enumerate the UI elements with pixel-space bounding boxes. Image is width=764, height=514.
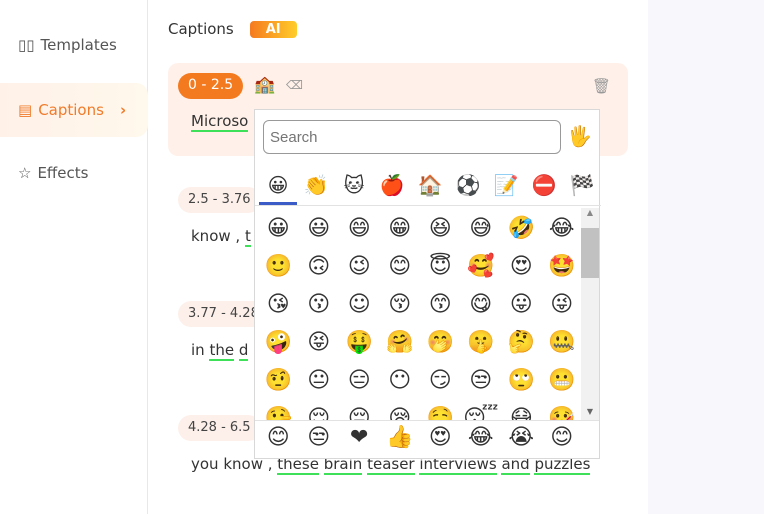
caption-time[interactable]: 2.5 - 3.76: [178, 187, 261, 213]
emoji-item[interactable]: 😏: [420, 364, 461, 402]
sidebar: ▯▯ Templates ▤ Captions › ☆ Effects: [0, 0, 148, 514]
emoji-item[interactable]: 🙂: [258, 250, 299, 288]
clear-icon[interactable]: ⌫: [286, 78, 303, 92]
emoji-search-input[interactable]: [263, 120, 561, 154]
emoji-item[interactable]: 😋: [461, 288, 502, 326]
emoji-item[interactable]: 🤐: [542, 326, 582, 364]
emoji-item[interactable]: 🤗: [380, 326, 421, 364]
emoji-item[interactable]: 😊: [380, 250, 421, 288]
frequent-emojis: 😊 😒 ❤ 👍 😍 😂 😭 😊: [255, 420, 599, 458]
emoji-category-tab[interactable]: 🐱: [335, 168, 373, 205]
emoji-item[interactable]: 😝: [299, 326, 340, 364]
emoji-item[interactable]: 😔: [339, 402, 380, 420]
emoji-item[interactable]: 😆: [420, 212, 461, 250]
emoji-item[interactable]: 😅: [461, 212, 502, 250]
emoji-item[interactable]: 😀: [258, 212, 299, 250]
emoji-item[interactable]: 🙃: [299, 250, 340, 288]
emoji-item[interactable]: 😑: [339, 364, 380, 402]
emoji-item[interactable]: 😍: [501, 250, 542, 288]
emoji-category-tab[interactable]: 📝: [487, 168, 525, 205]
document-icon: ▤: [18, 101, 33, 119]
emoji-category-tab[interactable]: ⛔: [525, 168, 563, 205]
emoji-item[interactable]: 😪: [380, 402, 421, 420]
frequent-emoji-item[interactable]: 👍: [380, 421, 421, 458]
emoji-item[interactable]: 🤨: [258, 364, 299, 402]
emoji-item[interactable]: 😘: [258, 288, 299, 326]
emoji-category-tab[interactable]: ⚽: [449, 168, 487, 205]
captions-header: Captions AI: [168, 20, 297, 38]
caption-emoji[interactable]: 🏫: [254, 75, 275, 95]
emoji-item[interactable]: 🤩: [542, 250, 582, 288]
scrollbar-thumb[interactable]: [581, 228, 599, 278]
emoji-category-tab[interactable]: 🍎: [373, 168, 411, 205]
emoji-item[interactable]: 😙: [420, 288, 461, 326]
trash-icon[interactable]: 🗑: [592, 77, 611, 95]
sidebar-item-effects[interactable]: ☆ Effects: [0, 146, 148, 200]
frequent-emoji-item[interactable]: 😊: [542, 421, 583, 458]
emoji-item[interactable]: 😉: [339, 250, 380, 288]
skin-tone-button[interactable]: 🖐: [567, 124, 592, 148]
emoji-item[interactable]: 😇: [420, 250, 461, 288]
emoji-category-tabs: 😀 👏 🐱 🍎 🏠 ⚽ 📝 ⛔ 🏁: [255, 168, 601, 206]
emoji-item[interactable]: 🤫: [461, 326, 502, 364]
right-panel: [648, 0, 764, 514]
ai-badge[interactable]: AI: [249, 20, 297, 38]
scrollbar[interactable]: ▲ ▼: [581, 208, 599, 420]
caption-time[interactable]: 4.28 - 6.5: [178, 415, 261, 441]
emoji-category-tab[interactable]: 👏: [297, 168, 335, 205]
emoji-grid: 😀 😃 😄 😁 😆 😅 🤣 😂 🙂 🙃 😉 😊 😇 🥰 😍 🤩 😘 😗 ☺ 😚 😙 😋 😛 😜 🤪 😝 🤑 🤗 🤭 🤫 🤔 🤐 🤨 😐 😑 😶 😏 😒 🙄 😬…: [255, 208, 581, 420]
emoji-item[interactable]: 😌: [299, 402, 340, 420]
emoji-item[interactable]: 😷: [501, 402, 542, 420]
page-title: Captions: [168, 20, 234, 38]
emoji-category-tab[interactable]: 😀: [259, 168, 297, 205]
frequent-emoji-item[interactable]: 😍: [420, 421, 461, 458]
emoji-item[interactable]: 😴: [461, 402, 502, 420]
chevron-right-icon: ›: [119, 101, 127, 119]
emoji-item[interactable]: 🙄: [501, 364, 542, 402]
frequent-emoji-item[interactable]: ❤: [339, 421, 380, 458]
sidebar-item-captions[interactable]: ▤ Captions ›: [0, 83, 148, 137]
emoji-item[interactable]: 🤑: [339, 326, 380, 364]
emoji-item[interactable]: 😄: [339, 212, 380, 250]
emoji-item[interactable]: 😶: [380, 364, 421, 402]
frequent-emoji-item[interactable]: 😊: [258, 421, 299, 458]
emoji-category-tab[interactable]: 🏁: [563, 168, 601, 205]
emoji-item[interactable]: 🤒: [542, 402, 582, 420]
emoji-item[interactable]: 🤔: [501, 326, 542, 364]
sidebar-item-templates[interactable]: ▯▯ Templates: [0, 18, 148, 72]
emoji-item[interactable]: 😚: [380, 288, 421, 326]
emoji-item[interactable]: 🤭: [420, 326, 461, 364]
emoji-item[interactable]: 🤤: [420, 402, 461, 420]
emoji-item[interactable]: 🤪: [258, 326, 299, 364]
emoji-item[interactable]: 😜: [542, 288, 582, 326]
emoji-item[interactable]: 🤣: [501, 212, 542, 250]
emoji-item[interactable]: 😒: [461, 364, 502, 402]
emoji-item[interactable]: 🤥: [258, 402, 299, 420]
emoji-item[interactable]: 😂: [542, 212, 582, 250]
frequent-emoji-item[interactable]: 😒: [299, 421, 340, 458]
caption-time[interactable]: 0 - 2.5: [178, 73, 244, 99]
emoji-item[interactable]: 😛: [501, 288, 542, 326]
emoji-item[interactable]: 🥰: [461, 250, 502, 288]
emoji-item[interactable]: 😃: [299, 212, 340, 250]
emoji-item[interactable]: 😗: [299, 288, 340, 326]
frequent-emoji-item[interactable]: 😭: [501, 421, 542, 458]
emoji-item[interactable]: 😬: [542, 364, 582, 402]
emoji-item[interactable]: 😁: [380, 212, 421, 250]
sparkle-star-icon: ☆: [18, 164, 32, 182]
emoji-item[interactable]: ☺: [339, 288, 380, 326]
emoji-category-tab[interactable]: 🏠: [411, 168, 449, 205]
templates-icon: ▯▯: [18, 36, 35, 54]
frequent-emoji-item[interactable]: 😂: [461, 421, 502, 458]
emoji-item[interactable]: 😐: [299, 364, 340, 402]
emoji-picker: 🖐 😀👏🐱🍎🏠⚽📝⛔🏁 😀😃😄😁😆😅🤣😂🙂🙃😉😊😇🥰😍🤩😘😗☺😚😙😋😛😜🤪😝🤑🤗…: [254, 109, 601, 459]
